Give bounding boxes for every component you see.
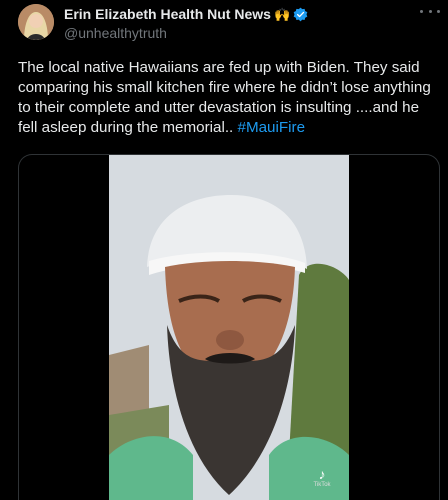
author-display-name[interactable]: Erin Elizabeth Health Nut News xyxy=(64,6,271,22)
raised-hands-icon: 🙌 xyxy=(273,6,291,22)
more-horizontal-icon[interactable] xyxy=(420,5,440,17)
tweet-body: The local native Hawaiians are fed up wi… xyxy=(18,59,431,136)
video-frame[interactable]: ♪ TikTok xyxy=(109,155,349,500)
tweet[interactable]: Erin Elizabeth Health Nut News 🙌 @unheal… xyxy=(0,0,448,500)
tiktok-label: TikTok xyxy=(313,482,331,488)
tweet-text: The local native Hawaiians are fed up wi… xyxy=(18,58,438,138)
tweet-header: Erin Elizabeth Health Nut News 🙌 @unheal… xyxy=(64,5,418,41)
avatar[interactable] xyxy=(18,4,54,40)
video-media[interactable]: ♪ TikTok xyxy=(18,154,440,500)
hashtag-link[interactable]: #MauiFire xyxy=(238,119,306,136)
name-row: Erin Elizabeth Health Nut News 🙌 xyxy=(64,5,418,23)
tiktok-icon: ♪ xyxy=(318,466,326,482)
tiktok-watermark: ♪ TikTok xyxy=(307,467,337,495)
author-handle[interactable]: @unhealthytruth xyxy=(64,25,418,41)
verified-badge-icon xyxy=(293,7,308,22)
